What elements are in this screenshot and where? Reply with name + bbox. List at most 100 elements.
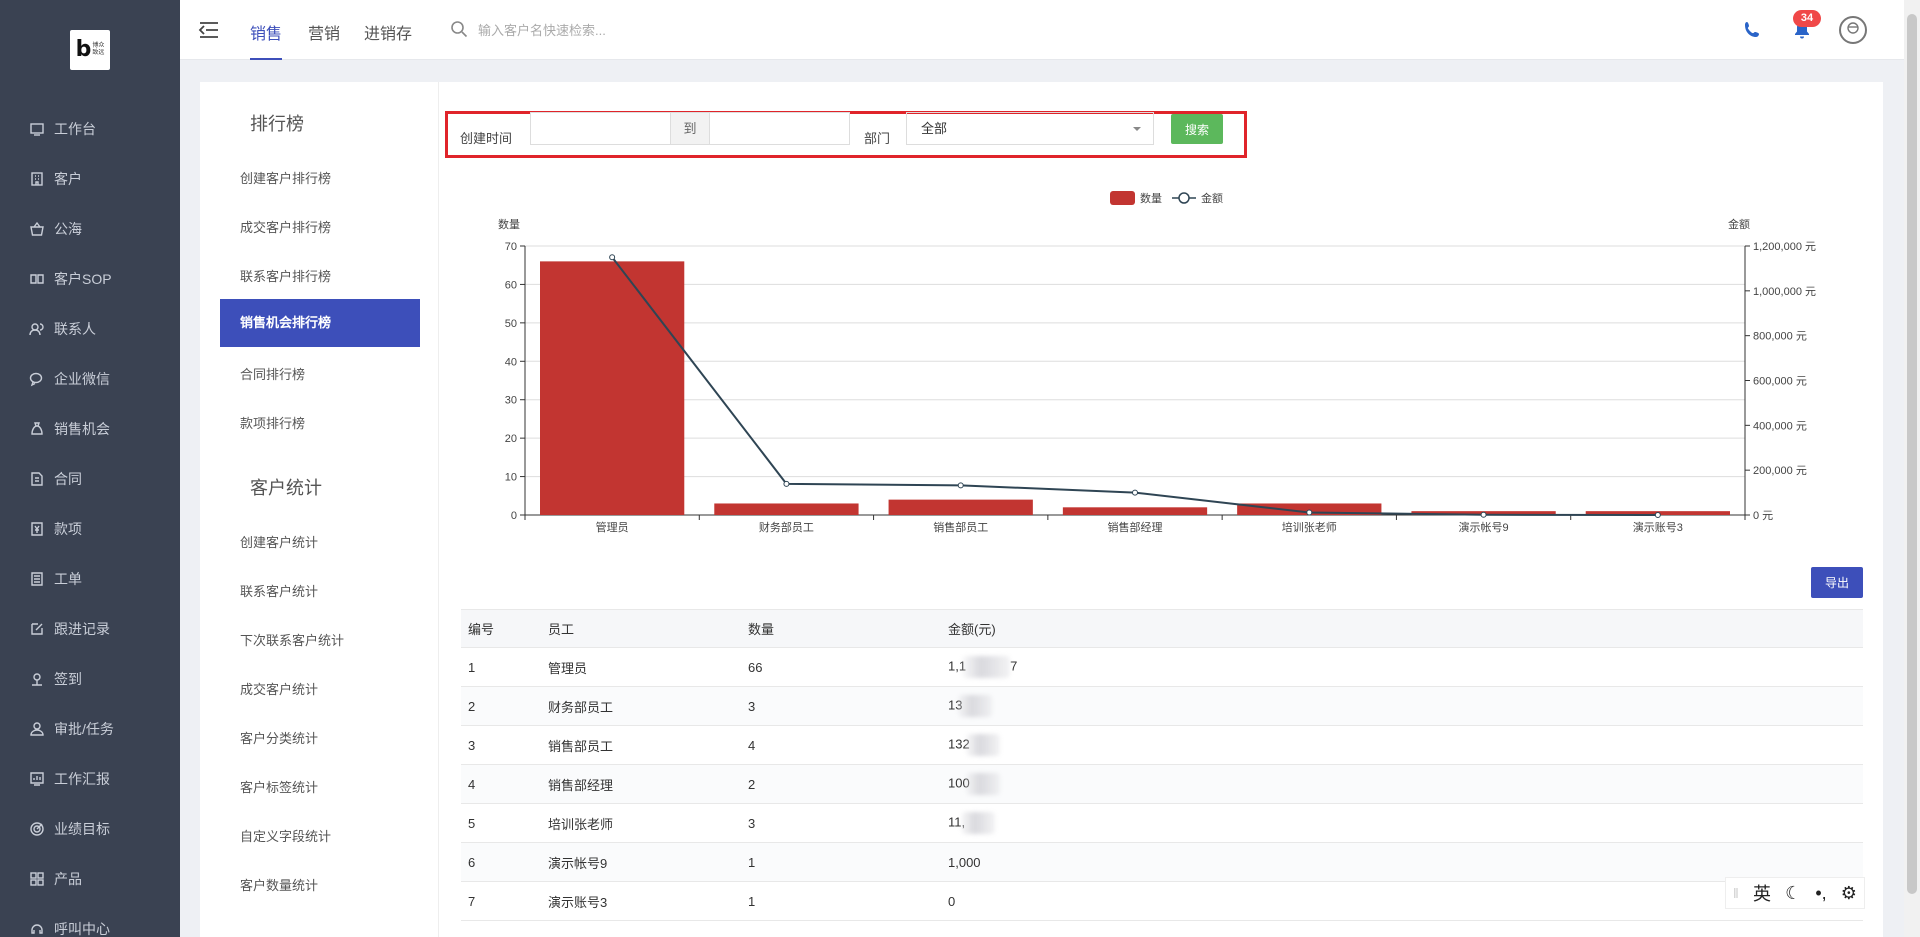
table-row[interactable]: 7 演示账号3 1 0	[461, 882, 1863, 921]
tab-marketing[interactable]: 营销	[308, 20, 340, 44]
export-button[interactable]: 导出	[1811, 567, 1863, 598]
page-scroll-thumb[interactable]	[1907, 14, 1917, 894]
gear-icon[interactable]: ⚙	[1841, 883, 1857, 904]
right-tick-label: 200,000 元	[1753, 465, 1807, 477]
bar-3	[1062, 507, 1208, 515]
caret-down-icon	[1133, 127, 1141, 131]
submenu-sales-opportunity-ranking[interactable]: 销售机会排行榜	[220, 299, 420, 347]
table-row[interactable]: 2 财务部员工 3 13	[461, 687, 1863, 726]
sidebar-item-label: 公海	[54, 221, 82, 237]
right-tick-label: 1,000,000 元	[1753, 286, 1816, 298]
sidebar-item-16[interactable]: 呼叫中心	[0, 904, 180, 937]
left-tick-label: 40	[505, 356, 517, 368]
submenu-next-contact-stats[interactable]: 下次联系客户统计	[240, 630, 344, 649]
table-row[interactable]: 4 销售部经理 2 100	[461, 765, 1863, 804]
header-id: 编号	[468, 622, 495, 637]
left-axis-title: 数量	[498, 218, 520, 231]
punctuation-icon[interactable]: •,	[1815, 883, 1826, 904]
moon-icon[interactable]: ☾	[1785, 883, 1801, 904]
cell-employee: 销售部员工	[548, 738, 614, 754]
cell-amount: 100	[941, 773, 1241, 795]
tab-inventory[interactable]: 进销存	[364, 20, 412, 44]
redacted-blur	[958, 695, 993, 717]
grid-icon	[28, 870, 46, 888]
left-tick-label: 50	[505, 318, 517, 330]
x-tick-label: 财务部员工	[759, 520, 814, 534]
sop-icon	[28, 270, 46, 288]
left-tick-label: 60	[505, 279, 517, 291]
submenu-contract-ranking[interactable]: 合同排行榜	[240, 364, 305, 383]
amount-point-6	[1654, 512, 1661, 518]
search-button[interactable]: 搜索	[1171, 114, 1223, 144]
sidebar-item-label: 联系人	[54, 321, 96, 337]
table-row[interactable]: 1 管理员 66 1,1 7	[461, 648, 1863, 687]
tab-sales[interactable]: 销售	[250, 20, 283, 60]
submenu-customer-count-stats[interactable]: 客户数量统计	[240, 875, 318, 894]
sidebar-item-9[interactable]: 工单	[0, 554, 180, 604]
customer-search-input[interactable]	[478, 18, 738, 42]
payment-icon	[28, 520, 46, 538]
left-tick-label: 0	[511, 510, 517, 522]
start-date-input[interactable]	[530, 112, 671, 145]
sidebar-item-14[interactable]: 业绩目标	[0, 804, 180, 854]
sidebar-item-label: 业绩目标	[54, 821, 110, 837]
sidebar-item-label: 客户SOP	[54, 271, 112, 287]
sidebar-item-15[interactable]: 产品	[0, 854, 180, 904]
cell-amount: 13	[941, 695, 1241, 717]
submenu-create-customer-ranking[interactable]: 创建客户排行榜	[240, 168, 331, 187]
logo[interactable]: b 博众 致远	[70, 30, 110, 70]
contacts-icon	[28, 320, 46, 338]
sidebar-item-8[interactable]: 款项	[0, 504, 180, 554]
submenu-contact-customer-ranking[interactable]: 联系客户排行榜	[240, 266, 331, 285]
sidebar-item-1[interactable]: 客户	[0, 154, 180, 204]
department-select[interactable]: 全部	[906, 112, 1154, 145]
table-row[interactable]: 5 培训张老师 3 11,	[461, 804, 1863, 843]
sidebar-item-11[interactable]: 签到	[0, 654, 180, 704]
ime-mode-toggle[interactable]: 英	[1753, 880, 1771, 906]
redacted-blur	[961, 812, 996, 834]
submenu-create-customer-stats[interactable]: 创建客户统计	[240, 532, 318, 551]
contract-icon	[28, 470, 46, 488]
customer-stats-group-title: 客户统计	[250, 478, 322, 498]
sidebar-item-3[interactable]: 客户SOP	[0, 254, 180, 304]
sidebar-item-label: 工作台	[54, 121, 96, 137]
cell-employee: 演示账号3	[548, 894, 608, 910]
table-row[interactable]: 3 销售部员工 4 132	[461, 726, 1863, 765]
amount-point-0	[609, 254, 616, 261]
submenu-deal-customer-ranking[interactable]: 成交客户排行榜	[240, 217, 331, 236]
submenu-custom-field-stats[interactable]: 自定义字段统计	[240, 826, 331, 845]
cell-id: 7	[468, 893, 476, 909]
submenu-contact-customer-stats[interactable]: 联系客户统计	[240, 581, 318, 600]
sidebar-item-label: 跟进记录	[54, 621, 110, 637]
sidebar-item-12[interactable]: 审批/任务	[0, 704, 180, 754]
sidebar-item-6[interactable]: 销售机会	[0, 404, 180, 454]
logo-text: 博众 致远	[92, 43, 105, 56]
sidebar-item-4[interactable]: 联系人	[0, 304, 180, 354]
sidebar-item-5[interactable]: 企业微信	[0, 354, 180, 404]
legend-line-label: 金额	[1201, 191, 1223, 205]
sidebar-item-10[interactable]: 跟进记录	[0, 604, 180, 654]
cell-id: 3	[468, 737, 476, 753]
monitor-icon	[28, 120, 46, 138]
redacted-blur	[965, 773, 1000, 795]
submenu-deal-customer-stats[interactable]: 成交客户统计	[240, 679, 318, 698]
amount-visible-suffix: 7	[1010, 658, 1018, 674]
submenu-payment-ranking[interactable]: 款项排行榜	[240, 413, 305, 432]
sidebar-item-0[interactable]: 工作台	[0, 104, 180, 154]
phone-icon[interactable]	[1742, 20, 1762, 40]
cell-amount: 1,000	[941, 855, 1241, 870]
cell-count: 66	[748, 659, 763, 675]
sidebar-item-2[interactable]: 公海	[0, 204, 180, 254]
sidebar-item-7[interactable]: 合同	[0, 454, 180, 504]
amount-point-1	[783, 480, 790, 487]
avatar[interactable]	[1839, 16, 1867, 44]
table-row[interactable]: 6 演示帐号9 1 1,000	[461, 843, 1863, 882]
submenu-customer-tag-stats[interactable]: 客户标签统计	[240, 777, 318, 796]
ticket-icon	[28, 570, 46, 588]
sidebar-item-13[interactable]: 工作汇报	[0, 754, 180, 804]
end-date-input[interactable]	[709, 112, 850, 145]
submenu-customer-category-stats[interactable]: 客户分类统计	[240, 728, 318, 747]
right-axis-title: 金额	[1728, 217, 1750, 231]
ime-drag-handle[interactable]: ‖	[1733, 885, 1739, 901]
menu-toggle-icon[interactable]	[198, 20, 220, 40]
